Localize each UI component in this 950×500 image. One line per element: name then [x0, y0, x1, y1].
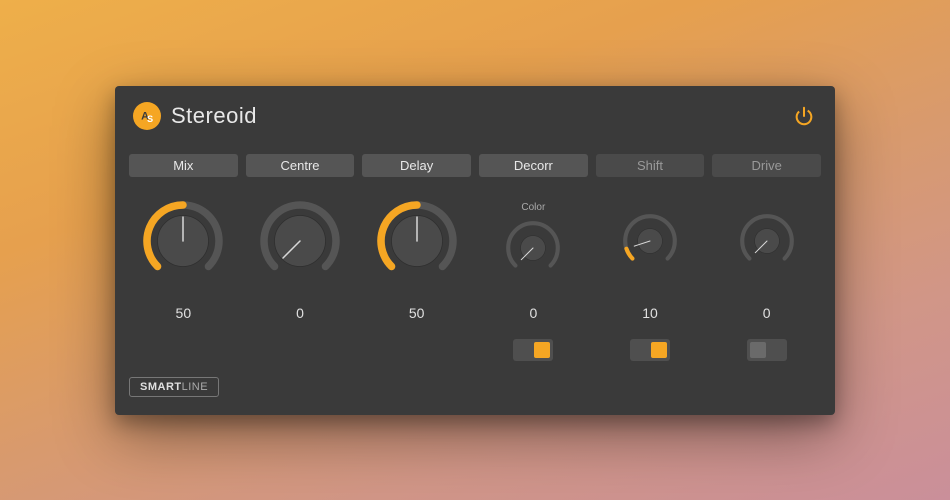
control-delay: Delay 50: [362, 154, 471, 365]
value-delay: 50: [409, 305, 425, 325]
toggle-handle: [651, 342, 667, 358]
sub-label-decorr: Color: [521, 202, 545, 213]
control-label-mix[interactable]: Mix: [129, 154, 238, 177]
toggle-slot: [747, 335, 787, 365]
value-decorr: 0: [529, 305, 537, 325]
control-label-decorr[interactable]: Decorr: [479, 154, 588, 177]
knob-slot: [619, 187, 681, 295]
control-decorr: Decorr Color 0: [479, 154, 588, 365]
toggle-handle: [534, 342, 550, 358]
brand-light: LINE: [182, 381, 208, 393]
brand-badge: SMARTLINE: [129, 377, 219, 397]
knob-centre[interactable]: [255, 196, 345, 286]
toggle-shift[interactable]: [630, 339, 670, 361]
power-button[interactable]: [791, 103, 817, 129]
toggle-decorr[interactable]: [513, 339, 553, 361]
power-icon: [793, 105, 815, 127]
plugin-title: Stereoid: [171, 103, 257, 129]
toggle-slot: [513, 335, 553, 365]
control-label-delay[interactable]: Delay: [362, 154, 471, 177]
toggle-handle: [750, 342, 766, 358]
plugin-footer: SMARTLINE: [129, 377, 821, 397]
value-drive: 0: [763, 305, 771, 325]
value-centre: 0: [296, 305, 304, 325]
control-shift: Shift 10: [596, 154, 705, 365]
knob-drive[interactable]: [736, 210, 798, 272]
value-mix: 50: [176, 305, 192, 325]
knob-slot: [255, 187, 345, 295]
header-left: A S Stereoid: [133, 102, 257, 130]
brand-logo-icon: A S: [133, 102, 161, 130]
control-centre: Centre 0: [246, 154, 355, 365]
control-label-shift[interactable]: Shift: [596, 154, 705, 177]
toggle-drive[interactable]: [747, 339, 787, 361]
control-drive: Drive 0: [712, 154, 821, 365]
control-label-drive[interactable]: Drive: [712, 154, 821, 177]
knob-slot: [372, 187, 462, 295]
knob-delay[interactable]: [372, 196, 462, 286]
svg-text:S: S: [147, 113, 153, 123]
controls-row: Mix 50Centre 0Delay 50DecorrColor 0Shift: [129, 154, 821, 365]
knob-slot: [138, 187, 228, 295]
knob-slot: Color: [502, 187, 564, 295]
toggle-slot: [630, 335, 670, 365]
knob-mix[interactable]: [138, 196, 228, 286]
control-label-centre[interactable]: Centre: [246, 154, 355, 177]
control-mix: Mix 50: [129, 154, 238, 365]
knob-slot: [736, 187, 798, 295]
value-shift: 10: [642, 305, 658, 325]
plugin-header: A S Stereoid: [129, 96, 821, 136]
brand-bold: SMART: [140, 381, 182, 393]
knob-shift[interactable]: [619, 210, 681, 272]
plugin-panel: A S Stereoid Mix 50Centre 0: [115, 86, 835, 415]
knob-decorr[interactable]: [502, 217, 564, 279]
